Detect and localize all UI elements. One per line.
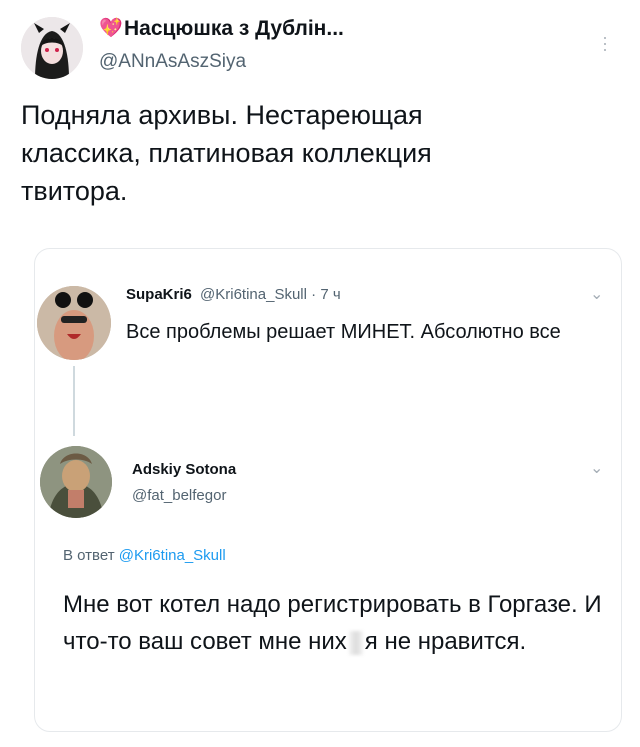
- chevron-down-icon[interactable]: ⌄: [590, 458, 603, 478]
- more-vertical-icon[interactable]: · · ·: [600, 28, 610, 58]
- quoted-tweet-text: Все проблемы решает МИНЕТ. Абсолютно все: [126, 321, 561, 343]
- heart-emoji-icon: 💖: [99, 18, 123, 39]
- reply-prefix: В ответ: [63, 547, 115, 564]
- thread-connector-line: [73, 366, 75, 436]
- display-name[interactable]: Насцюшка з Дублін...: [124, 15, 344, 43]
- user-avatar[interactable]: [21, 17, 83, 79]
- avatar-photo: [40, 446, 112, 518]
- censored-blur: [348, 630, 363, 655]
- quoted-tweet-header: SupaKri6 @Kri6tina_Skull · 7 ч: [126, 285, 341, 305]
- supakri6-avatar[interactable]: [37, 286, 111, 360]
- avatar-photo: [37, 286, 111, 360]
- reply-to-link[interactable]: @Kri6tina_Skull: [119, 547, 226, 564]
- tweet-text: Подняла архивы. Нестареющая классика, пл…: [21, 100, 432, 206]
- adskiy-sotona-avatar[interactable]: [40, 446, 112, 518]
- separator-dot: ·: [311, 286, 317, 303]
- avatar-illustration: [21, 17, 83, 79]
- reply-context: В ответ @Kri6tina_Skull: [63, 546, 226, 566]
- reply-handle[interactable]: @fat_belfegor: [132, 486, 226, 506]
- chevron-down-icon[interactable]: ⌄: [590, 284, 603, 304]
- tweet-time[interactable]: 7 ч: [320, 286, 340, 303]
- user-handle[interactable]: @ANnAsAszSiya: [99, 49, 246, 75]
- reply-text: Мне вот котел надо регистрировать в Горг…: [63, 586, 608, 660]
- reply-text-after: я не нравится.: [364, 628, 527, 655]
- quoted-display-name[interactable]: SupaKri6: [126, 286, 192, 303]
- quoted-handle[interactable]: @Kri6tina_Skull: [200, 286, 307, 303]
- reply-display-name[interactable]: Adskiy Sotona: [132, 460, 236, 480]
